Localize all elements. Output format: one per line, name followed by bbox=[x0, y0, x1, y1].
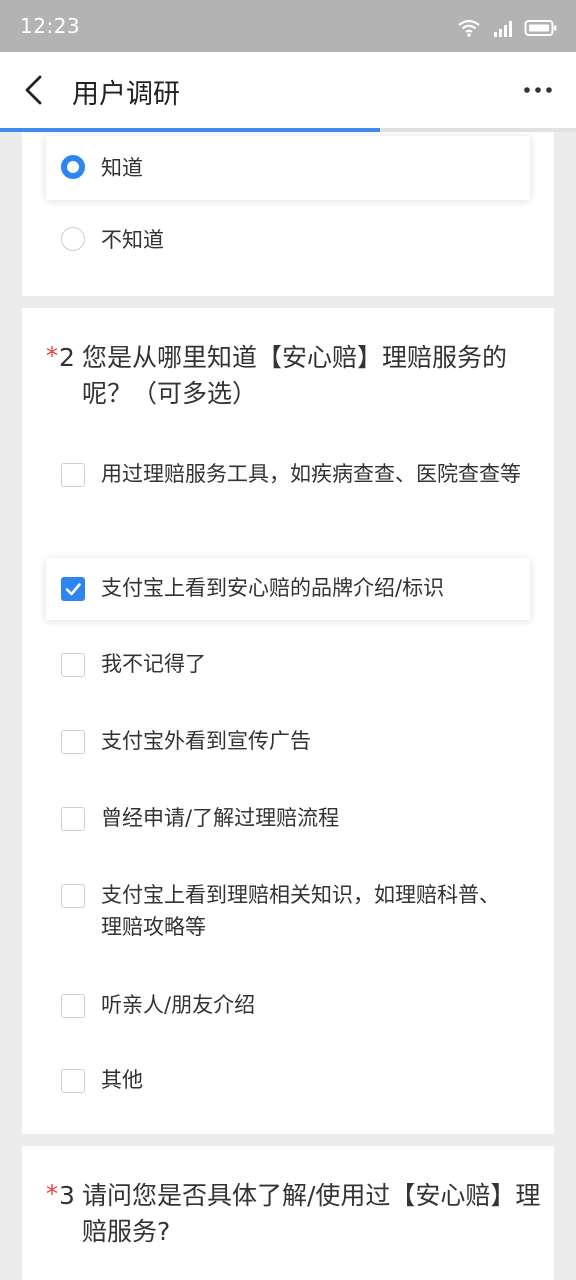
status-bar: 12:23 bbox=[0, 0, 576, 52]
battery-icon bbox=[524, 20, 557, 36]
radio-checked-icon[interactable] bbox=[61, 155, 85, 179]
checkbox-checked-icon[interactable] bbox=[61, 577, 85, 601]
question-3-card: * 3 请问您是否具体了解/使用过【安心赔】理赔服务? bbox=[22, 1146, 554, 1280]
question-2-card: * 2 您是从哪里知道【安心赔】理赔服务的呢？（可多选） 用过理赔服务工具，如疾… bbox=[22, 308, 554, 1134]
checkbox-icon[interactable] bbox=[61, 884, 85, 908]
question-1-card: 知道 不知道 bbox=[22, 132, 554, 296]
q1-option-know[interactable]: 知道 bbox=[46, 136, 530, 200]
q2-option-6[interactable]: 支付宝上看到理赔相关知识，如理赔科普、理赔攻略等 bbox=[46, 879, 530, 947]
status-icons bbox=[456, 18, 558, 38]
option-label: 我不记得了 bbox=[101, 652, 206, 676]
option-label: 曾经申请/了解过理赔流程 bbox=[101, 806, 340, 830]
option-label: 支付宝外看到宣传广告 bbox=[101, 729, 311, 753]
q2-option-4[interactable]: 支付宝外看到宣传广告 bbox=[46, 725, 530, 761]
wifi-icon bbox=[458, 19, 480, 37]
question-3-title: * 3 请问您是否具体了解/使用过【安心赔】理赔服务? bbox=[46, 1178, 540, 1254]
check-icon bbox=[65, 583, 81, 596]
checkbox-icon[interactable] bbox=[61, 807, 85, 831]
q1-option-not-know[interactable]: 不知道 bbox=[46, 224, 530, 264]
status-time: 12:23 bbox=[20, 14, 81, 38]
checkbox-icon[interactable] bbox=[61, 730, 85, 754]
option-label: 支付宝上看到理赔相关知识，如理赔科普、理赔攻略等 bbox=[101, 883, 500, 939]
q2-option-2[interactable]: 支付宝上看到安心赔的品牌介绍/标识 bbox=[46, 558, 530, 620]
option-label: 其他 bbox=[101, 1068, 143, 1092]
title-bar: 用户调研 bbox=[0, 52, 576, 128]
question-2-title: * 2 您是从哪里知道【安心赔】理赔服务的呢？（可多选） bbox=[46, 340, 536, 416]
checkbox-icon[interactable] bbox=[61, 994, 85, 1018]
checkbox-icon[interactable] bbox=[61, 653, 85, 677]
option-label: 听亲人/朋友介绍 bbox=[101, 993, 256, 1017]
question-text: 请问您是否具体了解/使用过【安心赔】理赔服务? bbox=[82, 1181, 541, 1246]
q2-option-5[interactable]: 曾经申请/了解过理赔流程 bbox=[46, 802, 530, 838]
question-number: 2 bbox=[59, 343, 75, 372]
option-label: 支付宝上看到安心赔的品牌介绍/标识 bbox=[101, 576, 445, 600]
checkbox-icon[interactable] bbox=[61, 1069, 85, 1093]
signal-icon bbox=[494, 21, 512, 37]
checkbox-icon[interactable] bbox=[61, 463, 85, 487]
q2-option-3[interactable]: 我不记得了 bbox=[46, 648, 530, 684]
required-mark: * bbox=[46, 1180, 58, 1208]
back-icon[interactable] bbox=[20, 74, 50, 106]
page-title: 用户调研 bbox=[72, 79, 180, 110]
option-label: 用过理赔服务工具，如疾病查查、医院查查等 bbox=[101, 462, 521, 486]
question-text: 您是从哪里知道【安心赔】理赔服务的呢？（可多选） bbox=[82, 343, 508, 408]
option-label: 不知道 bbox=[101, 228, 164, 252]
more-icon[interactable] bbox=[520, 78, 556, 102]
required-mark: * bbox=[46, 342, 58, 370]
q2-option-1[interactable]: 用过理赔服务工具，如疾病查查、医院查查等 bbox=[46, 458, 530, 526]
radio-icon[interactable] bbox=[61, 227, 85, 251]
question-number: 3 bbox=[59, 1181, 75, 1210]
option-label: 知道 bbox=[101, 156, 143, 180]
q2-option-7[interactable]: 听亲人/朋友介绍 bbox=[46, 989, 530, 1025]
q2-option-8[interactable]: 其他 bbox=[46, 1064, 530, 1100]
